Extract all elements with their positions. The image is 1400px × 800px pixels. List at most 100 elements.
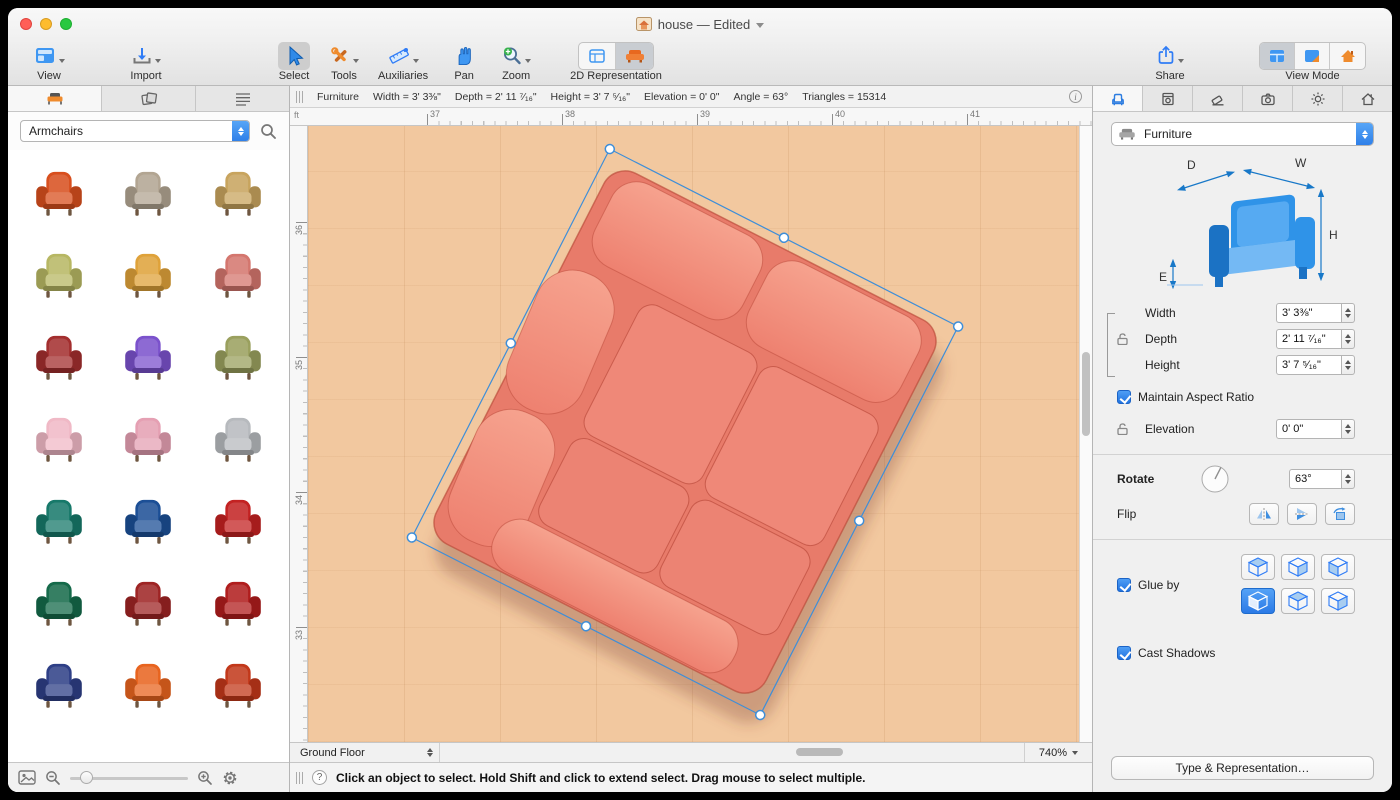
rotate-90-button[interactable]: [1325, 503, 1355, 525]
library-item-gold-armchair[interactable]: [104, 234, 194, 316]
info-bar-grip[interactable]: [296, 91, 303, 103]
inspector-category-dropdown[interactable]: Furniture: [1111, 122, 1374, 146]
preview-image-icon[interactable]: [18, 770, 36, 785]
library-item-gray-chrome-chair[interactable]: [193, 398, 283, 480]
library-item-crimson-armchair[interactable]: [104, 562, 194, 644]
library-item-olive-armchair[interactable]: [193, 316, 283, 398]
rotate-stepper[interactable]: [1342, 469, 1355, 489]
library-item-red-armchair[interactable]: [193, 562, 283, 644]
zoom-in-icon[interactable]: [197, 770, 213, 786]
pan-button[interactable]: Pan: [448, 42, 480, 82]
glue-by-checkbox[interactable]: [1117, 578, 1131, 592]
library-item-red-velvet-chair[interactable]: [193, 480, 283, 562]
library-item-red-office-chair[interactable]: [193, 644, 283, 726]
height-stepper[interactable]: [1342, 355, 1355, 375]
library-item-navy-swivel-chair[interactable]: [14, 644, 104, 726]
library-item-blue-tub-chair[interactable]: [104, 480, 194, 562]
horizontal-scrollbar[interactable]: [440, 743, 1024, 762]
title-chevron-icon[interactable]: [756, 23, 764, 28]
tab-camera[interactable]: [1243, 86, 1293, 111]
slider-thumb[interactable]: [80, 771, 93, 784]
tab-object-properties[interactable]: [1093, 86, 1143, 111]
close-button[interactable]: [20, 18, 32, 30]
tab-materials[interactable]: [1193, 86, 1243, 111]
tab-materials-library[interactable]: [102, 86, 196, 111]
tab-project-tree[interactable]: [196, 86, 289, 111]
width-stepper[interactable]: [1342, 303, 1355, 323]
floor-plan-canvas[interactable]: [308, 126, 1079, 742]
representation-3d-segment[interactable]: [616, 43, 653, 69]
library-item-pink-frame-chair[interactable]: [14, 398, 104, 480]
representation-2d-segment[interactable]: [579, 43, 616, 69]
tab-furniture-library[interactable]: [8, 86, 102, 111]
library-item-teal-tub-chair[interactable]: [14, 480, 104, 562]
width-field[interactable]: 3' 3⅜": [1276, 303, 1355, 323]
thumbnail-size-slider[interactable]: [70, 771, 188, 785]
diagram-label-d: D: [1187, 158, 1196, 172]
minimize-button[interactable]: [40, 18, 52, 30]
rotation-dial[interactable]: [1200, 464, 1230, 494]
zoom-level-control[interactable]: 740%: [1024, 743, 1092, 762]
tools-button[interactable]: Tools: [324, 42, 364, 82]
library-item-beige-armchair[interactable]: [104, 152, 194, 234]
divider: [1093, 454, 1392, 455]
library-item-rose-striped-armchair[interactable]: [193, 234, 283, 316]
titlebar: house — Edited: [8, 8, 1392, 40]
library-item-pink-armchair[interactable]: [104, 398, 194, 480]
view-mode-3d-segment[interactable]: [1330, 43, 1365, 69]
library-item-orange-ball-chair[interactable]: [104, 644, 194, 726]
rotate-field[interactable]: 63°: [1289, 469, 1355, 489]
vertical-scrollbar[interactable]: [1079, 126, 1092, 742]
height-field[interactable]: 3' 7 ⁵⁄₁₆": [1276, 355, 1355, 375]
fullscreen-button[interactable]: [60, 18, 72, 30]
glue-option-4[interactable]: [1241, 588, 1275, 614]
auxiliaries-button[interactable]: Auxiliaries: [378, 42, 428, 82]
library-item-orange-lounge-chair[interactable]: [14, 152, 104, 234]
maintain-aspect-checkbox[interactable]: [1117, 390, 1131, 404]
depth-field[interactable]: 2' 11 ⁷⁄₁₆": [1276, 329, 1355, 349]
selected-sofa-object[interactable]: [308, 126, 1079, 742]
elevation-field[interactable]: 0' 0": [1276, 419, 1355, 439]
library-item-wicker-armchair[interactable]: [193, 152, 283, 234]
sun-icon: [1310, 91, 1326, 107]
library-item-green-armchair[interactable]: [14, 234, 104, 316]
library-item-purple-armchair[interactable]: [104, 316, 194, 398]
help-icon[interactable]: ?: [312, 770, 327, 785]
cast-shadows-checkbox[interactable]: [1117, 646, 1131, 660]
glue-option-3[interactable]: [1321, 554, 1355, 580]
depth-stepper[interactable]: [1342, 329, 1355, 349]
select-tool-button[interactable]: Select: [278, 42, 310, 82]
vertical-scroll-thumb[interactable]: [1082, 352, 1090, 436]
floor-selector[interactable]: Ground Floor: [290, 743, 440, 762]
view-mode-2d-segment[interactable]: [1260, 43, 1295, 69]
zoom-tool-button[interactable]: Zoom: [496, 42, 536, 82]
glue-option-1[interactable]: [1241, 554, 1275, 580]
library-item-green-cube-chair[interactable]: [14, 562, 104, 644]
lock-icon[interactable]: [1117, 333, 1128, 345]
glue-option-6[interactable]: [1321, 588, 1355, 614]
tab-building[interactable]: [1343, 86, 1392, 111]
tab-appliances[interactable]: [1143, 86, 1193, 111]
auxiliaries-chevron-icon: [413, 59, 419, 63]
flip-horizontal-button[interactable]: [1249, 503, 1279, 525]
flip-vertical-button[interactable]: [1287, 503, 1317, 525]
zoom-out-icon[interactable]: [45, 770, 61, 786]
search-icon[interactable]: [260, 123, 277, 140]
info-icon[interactable]: i: [1069, 90, 1082, 103]
elevation-lock-icon[interactable]: [1117, 423, 1128, 435]
view-button[interactable]: View: [28, 42, 70, 82]
view-mode-split-segment[interactable]: [1295, 43, 1330, 69]
category-dropdown[interactable]: Armchairs: [20, 120, 250, 142]
status-bar-grip[interactable]: [296, 772, 303, 784]
glue-option-2[interactable]: [1281, 554, 1315, 580]
library-item-dark-red-armchair[interactable]: [14, 316, 104, 398]
gear-icon[interactable]: [222, 770, 238, 786]
import-button[interactable]: Import: [126, 42, 166, 82]
zoom-chevron-icon: [525, 59, 531, 63]
elevation-stepper[interactable]: [1342, 419, 1355, 439]
glue-option-5[interactable]: [1281, 588, 1315, 614]
tab-lighting[interactable]: [1293, 86, 1343, 111]
share-button[interactable]: Share: [1151, 42, 1189, 82]
horizontal-scroll-thumb[interactable]: [796, 748, 843, 756]
type-representation-button[interactable]: Type & Representation…: [1111, 756, 1374, 780]
